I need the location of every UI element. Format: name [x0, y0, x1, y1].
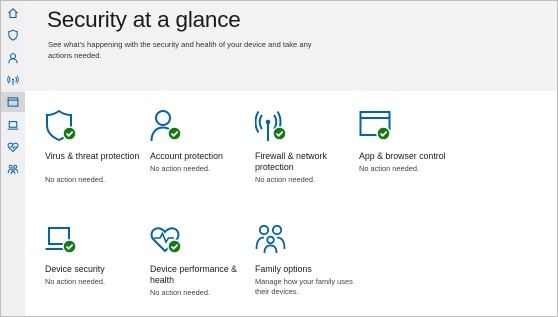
firewall-icon — [255, 110, 287, 141]
sidebar-item-app-browser[interactable] — [1, 92, 25, 112]
page-header: Security at a glance See what's happenin… — [25, 1, 557, 91]
account-icon — [150, 110, 182, 142]
sidebar — [1, 1, 25, 316]
tile-status: No action needed. — [45, 277, 105, 286]
sidebar-item-family[interactable] — [1, 159, 25, 179]
tile-status: No action needed. — [45, 175, 105, 184]
tile-status: No action needed. — [150, 288, 210, 297]
tile-title: Firewall & network protection — [255, 151, 327, 172]
page-subtitle: See what's happening with the security a… — [48, 40, 312, 60]
tile-status: No action needed. — [255, 175, 315, 184]
tile-title: Family options — [255, 264, 312, 274]
device-security-icon — [45, 227, 77, 254]
page-title: Security at a glance — [47, 7, 241, 32]
home-icon — [8, 8, 18, 19]
laptop-icon — [7, 121, 19, 130]
wifi-antenna-icon — [7, 75, 19, 86]
tile-title: Device security — [45, 264, 105, 274]
device-health-icon — [150, 227, 182, 254]
tile-title: Account protection — [150, 151, 223, 161]
family-options-icon — [255, 224, 286, 254]
tile-title: Virus & threat protection — [45, 151, 140, 161]
app-window: Security at a glance See what's happenin… — [0, 0, 558, 317]
sidebar-item-home[interactable] — [1, 3, 25, 23]
heart-icon — [7, 142, 19, 153]
tile-status: No action needed. — [150, 164, 210, 173]
tile-title: App & browser control — [359, 151, 446, 161]
sidebar-item-device-health[interactable] — [1, 137, 25, 157]
app-browser-icon — [7, 97, 19, 107]
person-icon — [8, 53, 18, 64]
family-icon — [7, 164, 19, 175]
tile-status: Manage how your family uses their device… — [255, 277, 353, 296]
sidebar-item-device-security[interactable] — [1, 115, 25, 135]
tile-title: Device performance & health — [150, 264, 238, 285]
tile-status: No action needed. — [359, 164, 419, 173]
app-browser-icon — [359, 111, 391, 141]
sidebar-item-firewall[interactable] — [1, 70, 25, 90]
virus-shield-icon — [46, 109, 77, 142]
sidebar-item-account[interactable] — [1, 48, 25, 68]
shield-icon — [8, 29, 18, 41]
sidebar-item-virus-protection[interactable] — [1, 25, 25, 45]
